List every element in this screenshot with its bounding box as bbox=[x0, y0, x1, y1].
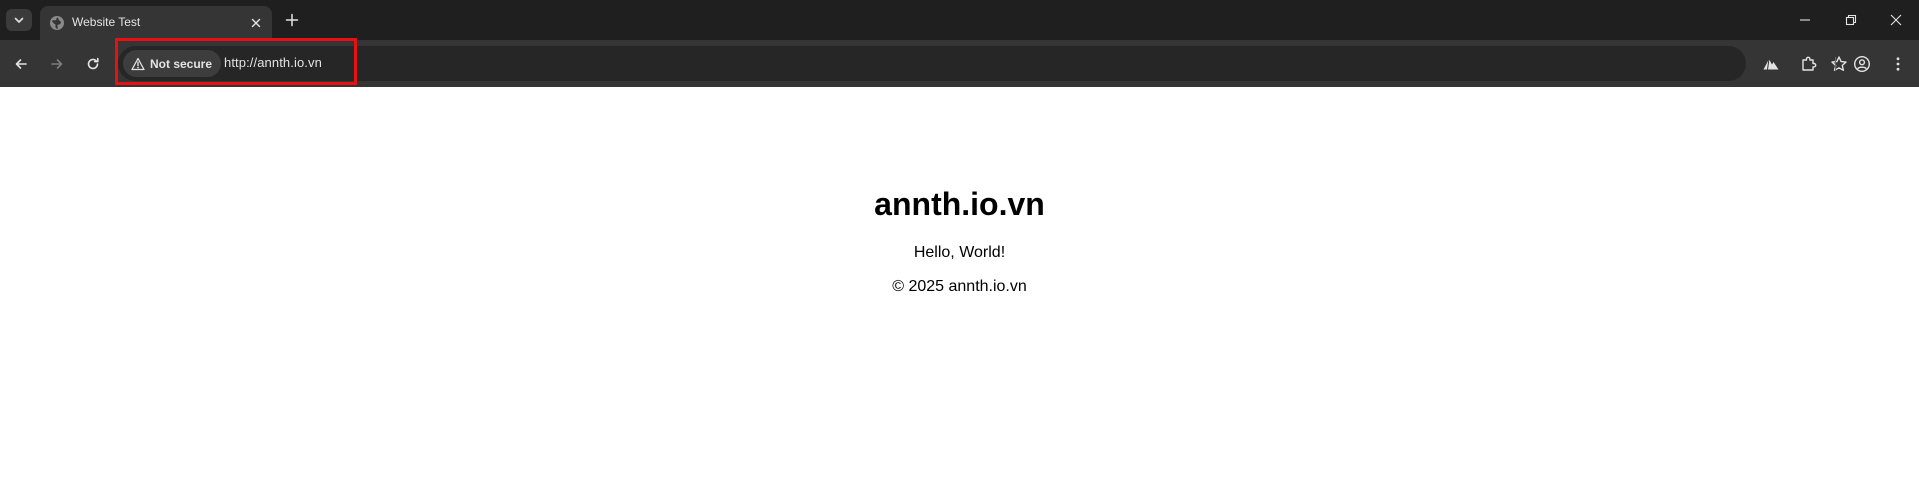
page-message: Hello, World! bbox=[913, 244, 1006, 261]
extensions-button[interactable] bbox=[1798, 53, 1820, 75]
page-title: annth.io.vn bbox=[874, 186, 1045, 222]
page-footer: © 2025 annth.io.vn bbox=[892, 278, 1027, 295]
restore-button[interactable] bbox=[1828, 0, 1874, 40]
kebab-menu-icon bbox=[1896, 57, 1900, 71]
tab-active[interactable]: Website Test bbox=[40, 6, 272, 40]
profile-button[interactable] bbox=[1851, 53, 1873, 75]
security-chip[interactable]: Not secure bbox=[123, 50, 222, 77]
close-window-button[interactable] bbox=[1873, 0, 1919, 40]
mountain-extension-icon bbox=[1763, 58, 1779, 70]
forward-arrow-icon bbox=[51, 59, 63, 69]
reload-button[interactable] bbox=[82, 53, 104, 75]
url-text[interactable]: http://annth.io.vn bbox=[224, 55, 322, 70]
globe-icon bbox=[50, 16, 64, 30]
warning-icon bbox=[131, 57, 145, 70]
security-label: Not secure bbox=[150, 56, 213, 71]
back-arrow-icon bbox=[15, 59, 27, 69]
toolbar-divider bbox=[1835, 57, 1836, 71]
tab-search-button[interactable] bbox=[6, 9, 32, 31]
close-tab-icon[interactable] bbox=[249, 16, 263, 30]
address-bar[interactable]: Not secure http://annth.io.vn bbox=[118, 46, 1847, 81]
menu-button[interactable] bbox=[1887, 53, 1909, 75]
chevron-down-icon bbox=[14, 17, 24, 23]
page-viewport: annth.io.vn Hello, World! © 2025 annth.i… bbox=[0, 87, 1919, 502]
tab-title: Website Test bbox=[72, 15, 141, 29]
minimize-icon bbox=[1800, 19, 1810, 21]
extension-button[interactable] bbox=[1760, 53, 1782, 75]
browser-toolbar: Not secure http://annth.io.vn bbox=[0, 40, 1919, 87]
minimize-button[interactable] bbox=[1782, 0, 1828, 40]
reload-icon bbox=[87, 57, 99, 70]
profile-icon bbox=[1853, 55, 1871, 73]
plus-icon[interactable] bbox=[283, 11, 301, 29]
close-icon bbox=[1890, 14, 1902, 26]
puzzle-icon bbox=[1802, 56, 1817, 71]
star-icon[interactable] bbox=[1830, 55, 1848, 73]
forward-button[interactable] bbox=[46, 53, 68, 75]
tab-strip: Website Test bbox=[0, 0, 1919, 40]
back-button[interactable] bbox=[10, 53, 32, 75]
restore-icon bbox=[1845, 14, 1857, 26]
